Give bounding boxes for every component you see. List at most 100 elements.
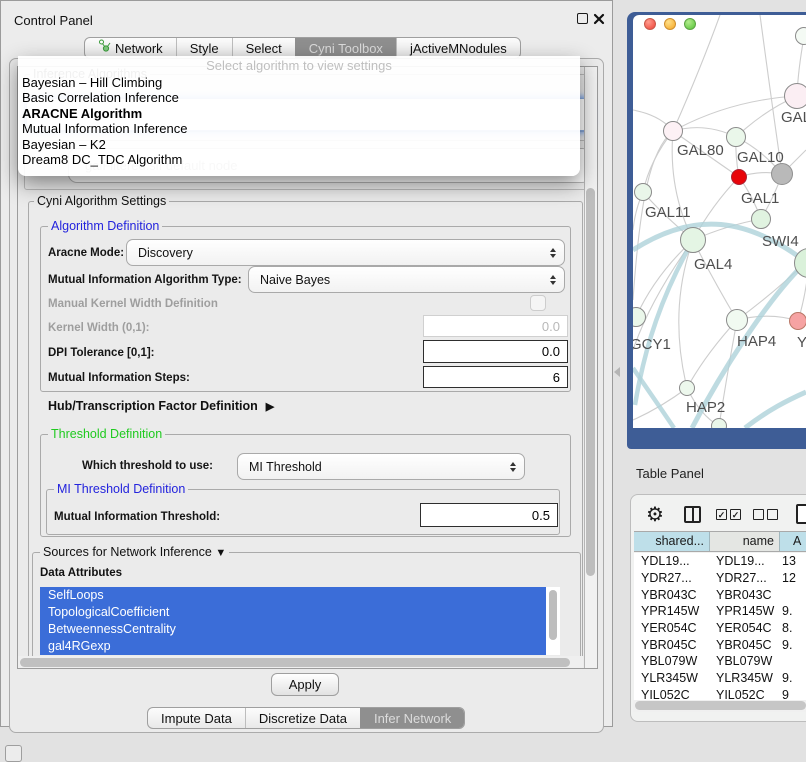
cell: 12 (780, 571, 796, 585)
attribute-item-betweennesscentrality[interactable]: BetweennessCentrality (40, 621, 546, 638)
split-columns-icon[interactable] (684, 506, 701, 523)
node-swi4[interactable] (751, 209, 771, 229)
node-hap2-label: HAP2 (686, 399, 725, 416)
table-row[interactable]: YLR345WYLR345W9. (634, 670, 806, 687)
cell: YDL19... (710, 554, 780, 568)
node-gal10[interactable] (726, 127, 746, 147)
node-gal80-label: GAL80 (677, 142, 724, 159)
table-row[interactable]: YER054CYER054C8. (634, 620, 806, 637)
table-row[interactable]: YPR145WYPR145W9. (634, 603, 806, 620)
tab-infer-network[interactable]: Infer Network (360, 708, 464, 728)
hub-definition-toggle[interactable]: Hub/Transcription Factor Definition▶ (48, 399, 274, 413)
select-all-columns-icon[interactable]: ✓✓ (716, 509, 741, 520)
column-header-name[interactable]: name (710, 532, 780, 551)
algorithm-definition-title: Algorithm Definition (48, 219, 162, 233)
cell: 8. (780, 621, 792, 635)
node-hap4[interactable] (726, 309, 748, 331)
close-icon[interactable] (593, 12, 605, 24)
attribute-item-topologicalcoefficient[interactable]: TopologicalCoefficient (40, 604, 546, 621)
popup-item-bayesian-hill-climbing[interactable]: Bayesian – Hill Climbing (18, 75, 580, 90)
cell: YIL052C (710, 688, 780, 700)
cell: YDR27... (710, 571, 780, 585)
node[interactable] (795, 27, 806, 45)
table-header: shared... name A (634, 531, 806, 552)
mi-steps-field[interactable]: 6 (423, 366, 568, 388)
mi-type-value: Naive Bayes (260, 273, 550, 287)
table-row[interactable]: YIL052CYIL052C9 (634, 687, 806, 701)
popup-item-aracne-algorithm[interactable]: ARACNE Algorithm (18, 106, 580, 121)
column-header-partial[interactable]: A (780, 532, 806, 551)
expanded-arrow-icon: ▼ (215, 547, 226, 559)
tab-style[interactable]: Style (176, 38, 232, 58)
tab-discretize-data[interactable]: Discretize Data (245, 708, 360, 728)
sources-title[interactable]: Sources for Network Inference ▼ (40, 545, 229, 559)
node-gal4[interactable] (680, 227, 706, 253)
float-window-icon[interactable] (577, 13, 588, 24)
attribute-item-gal4rgexp[interactable]: gal4RGexp (40, 638, 546, 655)
manual-kernel-checkbox[interactable] (530, 295, 546, 311)
data-attributes-list[interactable]: SelfLoopsTopologicalCoefficientBetweenne… (40, 587, 560, 655)
node[interactable] (711, 418, 727, 428)
popup-item-mutual-information-inference[interactable]: Mutual Information Inference (18, 121, 580, 136)
mi-type-combo[interactable]: Naive Bayes (248, 266, 565, 293)
popup-item-bayesian-k2[interactable]: Bayesian – K2 (18, 137, 580, 152)
table-mode-icon[interactable] (796, 504, 806, 524)
column-header-shared-name[interactable]: shared... (634, 532, 710, 551)
vertical-scrollbar-thumb[interactable] (586, 188, 595, 576)
popup-item-basic-correlation-inference[interactable]: Basic Correlation Inference (18, 90, 580, 105)
cell: 9. (780, 638, 792, 652)
node-gal11[interactable] (634, 183, 652, 201)
desktop-mini-icon[interactable] (5, 745, 22, 762)
cell: YBL079W (710, 654, 780, 668)
node-gal7[interactable] (784, 83, 806, 109)
cell: 9 (780, 688, 789, 700)
mi-threshold-title: MI Threshold Definition (54, 482, 188, 496)
popup-item-dream8-dc-tdc-algorithm[interactable]: Dream8 DC_TDC Algorithm (18, 152, 580, 167)
gear-icon[interactable]: ⚙ (646, 502, 664, 527)
algorithm-popup: Select algorithm to view settings Bayesi… (18, 56, 580, 176)
table-row[interactable]: YBR045CYBR045C9. (634, 636, 806, 653)
aracne-mode-combo[interactable]: Discovery (126, 239, 565, 266)
node-gray[interactable] (771, 163, 793, 185)
popup-prompt: Select algorithm to view settings (18, 58, 580, 75)
horizontal-scrollbar-thumb[interactable] (20, 658, 570, 667)
tab-network[interactable]: Network (85, 38, 176, 58)
aracne-mode-label: Aracne Mode: (48, 247, 124, 259)
network-edges (633, 15, 806, 428)
table-row[interactable]: YDL19...YDL19...13 (634, 553, 806, 570)
table-horizontal-scrollbar-thumb[interactable] (635, 701, 806, 710)
table-row[interactable]: YBL079WYBL079W (634, 653, 806, 670)
kernel-width-field[interactable]: 0.0 (423, 315, 568, 337)
cell: YLR345W (710, 671, 780, 685)
tab-select[interactable]: Select (232, 38, 295, 58)
mi-type-label: Mutual Information Algorithm Type: (48, 274, 242, 286)
table-body: YDL19...YDL19...13YDR27...YDR27...12YBR0… (634, 553, 806, 700)
deselect-all-columns-icon[interactable] (753, 509, 778, 520)
dpi-tolerance-label: DPI Tolerance [0,1]: (48, 347, 155, 359)
node-gal80[interactable] (663, 121, 683, 141)
node-swi4-label: SWI4 (762, 233, 799, 250)
combo-arrows-icon (550, 275, 556, 285)
data-attributes-label: Data Attributes (40, 567, 122, 579)
cell: YLR345W (634, 671, 710, 685)
splitter-collapse-icon[interactable] (614, 367, 620, 377)
tab-impute-data[interactable]: Impute Data (148, 708, 245, 728)
which-threshold-combo[interactable]: MI Threshold (237, 453, 525, 480)
mi-threshold-label: Mutual Information Threshold: (54, 511, 220, 523)
dpi-tolerance-field[interactable]: 0.0 (423, 340, 568, 363)
node-y[interactable] (789, 312, 806, 330)
tab-cyni-toolbox[interactable]: Cyni Toolbox (295, 38, 396, 58)
list-scrollbar[interactable] (546, 587, 560, 655)
table-row[interactable]: YBR043CYBR043C (634, 586, 806, 603)
tab-jactivemnodules[interactable]: jActiveMNodules (396, 38, 520, 58)
node-hap2[interactable] (679, 380, 695, 396)
node-gal1[interactable] (731, 169, 747, 185)
network-canvas[interactable]: GAL7GAL80GAL10GAL1GAL11SWI4GAL4HAP4YGCY1… (633, 15, 806, 428)
table-row[interactable]: YDR27...YDR27...12 (634, 570, 806, 587)
manual-kernel-label: Manual Kernel Width Definition (48, 298, 218, 310)
attribute-item-selfloops[interactable]: SelfLoops (40, 587, 546, 604)
mi-threshold-field[interactable]: 0.5 (420, 503, 558, 527)
combo-arrows-icon (510, 462, 516, 472)
node-gal11-label: GAL11 (645, 204, 691, 221)
apply-button[interactable]: Apply (271, 673, 339, 696)
